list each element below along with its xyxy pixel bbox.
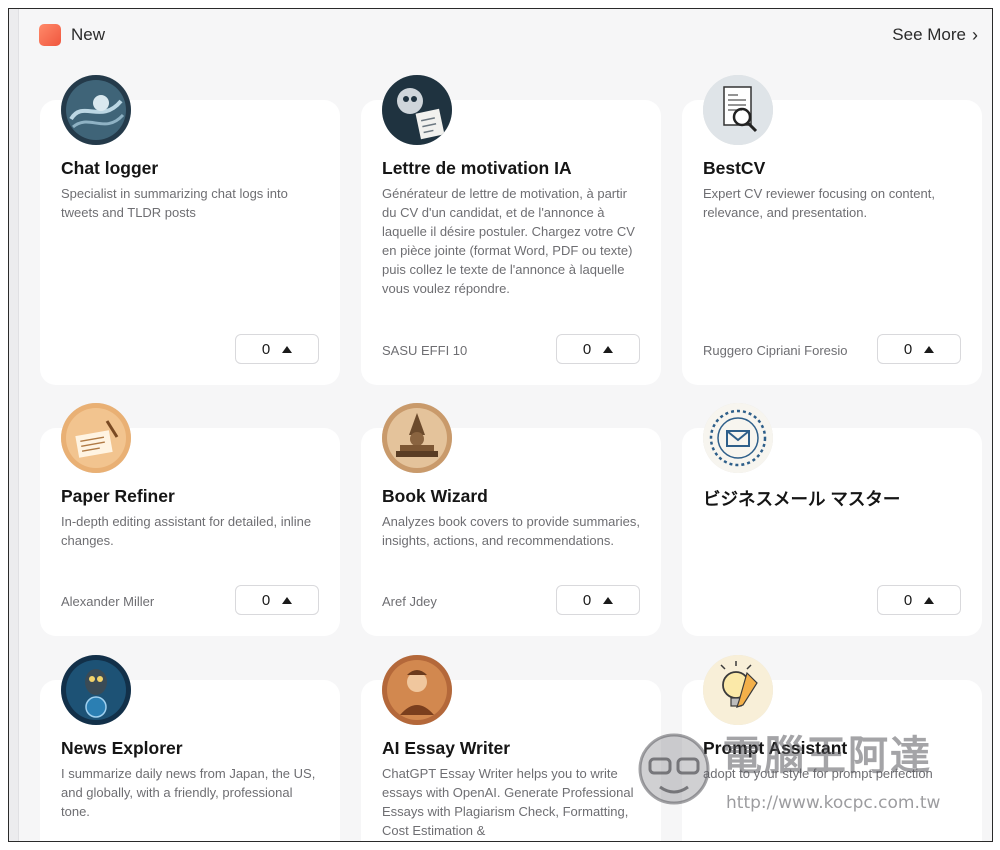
gpt-card[interactable]: BestCV Expert CV reviewer focusing on co… xyxy=(682,75,982,385)
upvote-arrow-icon xyxy=(924,345,935,353)
card-description: ChatGPT Essay Writer helps you to write … xyxy=(382,766,634,838)
card-description: I summarize daily news from Japan, the U… xyxy=(61,766,316,819)
gpt-card[interactable]: ビジネスメール マスター 0 xyxy=(682,403,982,636)
card-description: Générateur de lettre de motivation, à pa… xyxy=(382,186,635,296)
wizard-books-avatar xyxy=(382,403,452,473)
card-author: SASU EFFI 10 xyxy=(382,343,468,358)
gpt-card[interactable]: News Explorer I summarize daily news fro… xyxy=(40,655,340,841)
card-description: Analyzes book covers to provide summarie… xyxy=(382,514,640,548)
gpt-card[interactable]: Prompt Assistant adopt to your style for… xyxy=(682,655,982,841)
upvote-button[interactable]: 0 xyxy=(556,334,640,364)
card-title: Book Wizard xyxy=(382,486,488,506)
card-title: Prompt Assistant xyxy=(703,738,848,758)
gpt-card[interactable]: Book Wizard Analyzes book covers to prov… xyxy=(361,403,661,636)
section-header: New See More › xyxy=(39,23,978,47)
vote-count: 0 xyxy=(261,591,271,609)
see-more-label: See More xyxy=(892,25,966,44)
section-title: New xyxy=(71,25,106,44)
card-title: Lettre de motivation IA xyxy=(382,158,572,178)
gpt-card[interactable]: Chat logger Specialist in summarizing ch… xyxy=(40,75,340,385)
vote-count: 0 xyxy=(261,340,271,358)
vote-count: 0 xyxy=(582,340,592,358)
vote-count: 0 xyxy=(903,340,913,358)
upvote-button[interactable]: 0 xyxy=(556,585,640,615)
robot-illustration-avatar xyxy=(61,75,131,145)
card-description: In-depth editing assistant for detailed,… xyxy=(61,514,312,548)
card-description: Expert CV reviewer focusing on content, … xyxy=(703,186,935,220)
card-title: BestCV xyxy=(703,158,766,178)
card-title: ビジネスメール マスター xyxy=(703,489,901,509)
vote-count: 0 xyxy=(582,591,592,609)
card-title: AI Essay Writer xyxy=(382,738,511,758)
card-author: Alexander Miller xyxy=(61,594,155,609)
upvote-button[interactable]: 0 xyxy=(877,585,961,615)
card-title: Paper Refiner xyxy=(61,486,175,506)
owl-globe-avatar xyxy=(61,655,131,725)
see-more-link[interactable]: See More › xyxy=(892,25,978,46)
upvote-arrow-icon xyxy=(282,345,293,353)
upvote-arrow-icon xyxy=(924,596,935,604)
gpt-card[interactable]: Paper Refiner In-depth editing assistant… xyxy=(40,403,340,636)
cv-magnifier-avatar xyxy=(703,75,773,145)
card-author: Aref Jdey xyxy=(382,594,437,609)
upvote-arrow-icon xyxy=(282,596,293,604)
card-title: Chat logger xyxy=(61,158,159,178)
chevron-right-icon: › xyxy=(972,24,978,45)
paper-desk-avatar xyxy=(61,403,131,473)
gpt-card[interactable]: AI Essay Writer ChatGPT Essay Writer hel… xyxy=(361,655,661,841)
upvote-arrow-icon xyxy=(603,345,614,353)
card-description: Specialist in summarizing chat logs into… xyxy=(61,186,288,220)
upvote-button[interactable]: 0 xyxy=(877,334,961,364)
upvote-arrow-icon xyxy=(603,596,614,604)
robot-writing-letter-avatar xyxy=(382,75,452,145)
card-description: adopt to your style for prompt perfectio… xyxy=(703,766,933,781)
app-frame: New See More › Chat logger Specialist in… xyxy=(8,8,993,842)
lightbulb-pencil-avatar xyxy=(703,655,773,725)
card-author: Ruggero Cipriani Foresio xyxy=(703,343,848,358)
new-badge-icon xyxy=(39,24,61,46)
gpt-card[interactable]: Lettre de motivation IA Générateur de le… xyxy=(361,75,661,385)
writer-portrait-avatar xyxy=(382,655,452,725)
section-heading: New xyxy=(39,24,105,46)
upvote-button[interactable]: 0 xyxy=(235,585,319,615)
card-title: News Explorer xyxy=(61,738,183,758)
vote-count: 0 xyxy=(903,591,913,609)
upvote-button[interactable]: 0 xyxy=(235,334,319,364)
envelope-stamp-avatar xyxy=(703,403,773,473)
